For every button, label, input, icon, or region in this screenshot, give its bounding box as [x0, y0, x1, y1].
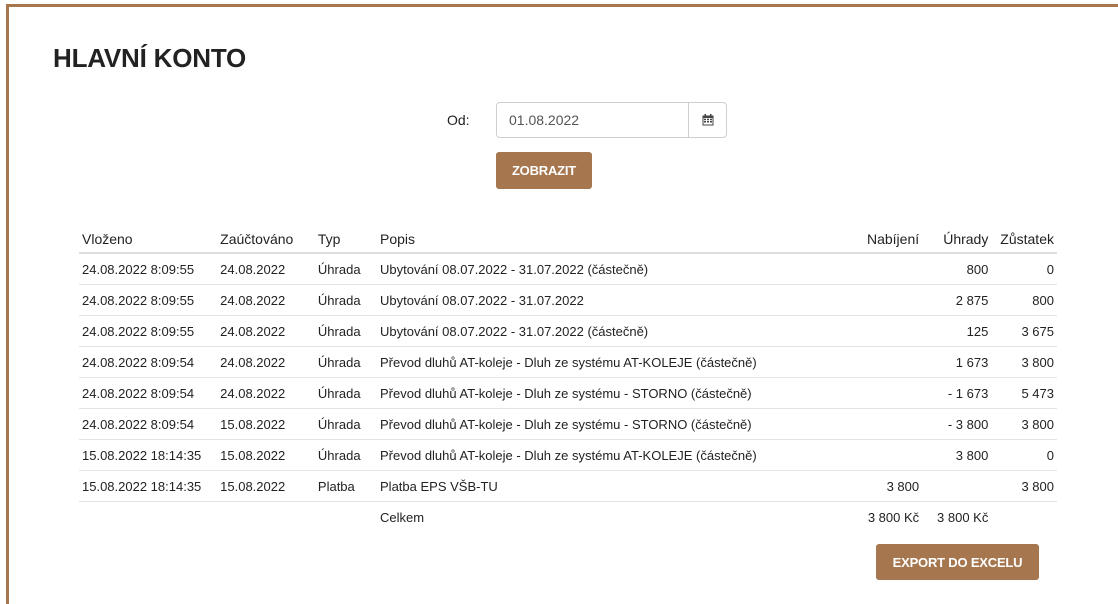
cell-zauctovano: 24.08.2022 [217, 284, 315, 316]
cell-zauctovano: 24.08.2022 [217, 377, 315, 409]
cell-nabijeni [847, 377, 923, 409]
cell-typ: Úhrada [314, 253, 378, 285]
cell-zustatek: 800 [991, 284, 1057, 316]
column-header-zauctovano[interactable]: Zaúčtováno [217, 225, 315, 254]
cell-popis: Převod dluhů AT-koleje - Dluh ze systému… [377, 408, 848, 440]
cell-popis: Převod dluhů AT-koleje - Dluh ze systému… [377, 439, 848, 471]
column-header-uhrady[interactable]: Úhrady [922, 225, 992, 254]
cell-zustatek: 3 675 [991, 315, 1057, 347]
column-header-typ[interactable]: Typ [314, 225, 378, 254]
cell-vlozeno: 24.08.2022 8:09:54 [79, 408, 218, 440]
cell-zustatek: 0 [991, 253, 1057, 285]
cell-zauctovano: 15.08.2022 [217, 408, 315, 440]
cell-empty [79, 502, 217, 534]
cell-typ: Úhrada [314, 284, 378, 316]
export-excel-button[interactable]: EXPORT DO EXCELU [876, 544, 1039, 580]
cell-zauctovano: 24.08.2022 [217, 253, 315, 285]
cell-empty [991, 502, 1057, 534]
cell-typ: Úhrada [314, 346, 378, 378]
show-button[interactable]: ZOBRAZIT [496, 152, 592, 189]
table-row: 15.08.2022 18:14:35 15.08.2022 Úhrada Př… [79, 439, 1057, 471]
cell-vlozeno: 24.08.2022 8:09:54 [79, 346, 218, 378]
cell-empty [315, 502, 377, 534]
cell-popis: Převod dluhů AT-koleje - Dluh ze systému… [377, 377, 848, 409]
column-header-nabijeni[interactable]: Nabíjení [847, 225, 923, 254]
cell-nabijeni [847, 284, 923, 316]
cell-zauctovano: 24.08.2022 [217, 346, 315, 378]
cell-popis: Platba EPS VŠB-TU [377, 470, 848, 502]
total-nabijeni: 3 800 Kč [867, 510, 920, 525]
cell-zauctovano: 15.08.2022 [217, 439, 315, 471]
cell-popis: Ubytování 08.07.2022 - 31.07.2022 (částe… [377, 253, 848, 285]
cell-zustatek: 0 [991, 439, 1057, 471]
cell-uhrady: - 1 673 [922, 377, 992, 409]
cell-uhrady: 800 [922, 253, 992, 285]
cell-empty [217, 502, 315, 534]
cell-typ: Úhrada [314, 439, 378, 471]
table-row: 24.08.2022 8:09:54 15.08.2022 Úhrada Pře… [79, 408, 1057, 440]
cell-typ: Platba [314, 470, 378, 502]
cell-nabijeni [847, 253, 923, 285]
table-total-row: Celkem 3 800 Kč 3 800 Kč [79, 502, 1057, 534]
cell-uhrady [922, 470, 992, 502]
table-row: 24.08.2022 8:09:55 24.08.2022 Úhrada Uby… [79, 315, 1057, 347]
cell-uhrady: 2 875 [922, 284, 992, 316]
cell-zustatek: 3 800 [991, 470, 1057, 502]
calendar-button[interactable] [688, 103, 726, 137]
calendar-icon [702, 114, 713, 126]
cell-uhrady: - 3 800 [922, 408, 992, 440]
date-from-input[interactable] [497, 103, 688, 137]
cell-uhrady: 1 673 [922, 346, 992, 378]
cell-nabijeni [847, 315, 923, 347]
column-header-zustatek[interactable]: Zůstatek [991, 225, 1057, 254]
cell-popis: Ubytování 08.07.2022 - 31.07.2022 (částe… [377, 315, 848, 347]
cell-nabijeni: 3 800 [847, 470, 923, 502]
cell-nabijeni [847, 439, 923, 471]
cell-popis: Ubytování 08.07.2022 - 31.07.2022 [377, 284, 848, 316]
cell-popis: Převod dluhů AT-koleje - Dluh ze systému… [377, 346, 848, 378]
cell-vlozeno: 15.08.2022 18:14:35 [79, 470, 218, 502]
total-label: Celkem [380, 510, 425, 525]
table-row: 24.08.2022 8:09:55 24.08.2022 Úhrada Uby… [79, 284, 1057, 316]
table-row: 15.08.2022 18:14:35 15.08.2022 Platba Pl… [79, 470, 1057, 502]
date-from-picker [496, 102, 727, 138]
cell-vlozeno: 15.08.2022 18:14:35 [79, 439, 218, 471]
table-row: 24.08.2022 8:09:54 24.08.2022 Úhrada Pře… [79, 377, 1057, 409]
date-from-label: Od: [447, 112, 470, 128]
cell-vlozeno: 24.08.2022 8:09:55 [79, 284, 218, 316]
account-table: Vloženo Zaúčtováno Typ Popis Nabíjení Úh… [79, 225, 1057, 533]
cell-nabijeni [847, 346, 923, 378]
cell-zustatek: 3 800 [991, 346, 1057, 378]
main-panel: HLAVNÍ KONTO Od: ZOBRAZIT Vloženo Za [6, 4, 1118, 604]
cell-zustatek: 5 473 [991, 377, 1057, 409]
cell-typ: Úhrada [314, 377, 378, 409]
cell-zauctovano: 24.08.2022 [217, 315, 315, 347]
cell-zauctovano: 15.08.2022 [217, 470, 315, 502]
cell-typ: Úhrada [314, 315, 378, 347]
cell-vlozeno: 24.08.2022 8:09:55 [79, 253, 218, 285]
cell-nabijeni [847, 408, 923, 440]
cell-vlozeno: 24.08.2022 8:09:54 [79, 377, 218, 409]
table-row: 24.08.2022 8:09:55 24.08.2022 Úhrada Uby… [79, 253, 1057, 285]
column-header-popis[interactable]: Popis [377, 225, 848, 254]
cell-vlozeno: 24.08.2022 8:09:55 [79, 315, 218, 347]
table-header-row: Vloženo Zaúčtováno Typ Popis Nabíjení Úh… [79, 225, 1057, 254]
total-uhrady: 3 800 Kč [937, 510, 989, 525]
cell-uhrady: 125 [922, 315, 992, 347]
column-header-vlozeno[interactable]: Vloženo [79, 225, 218, 254]
cell-zustatek: 3 800 [991, 408, 1057, 440]
cell-typ: Úhrada [314, 408, 378, 440]
table-row: 24.08.2022 8:09:54 24.08.2022 Úhrada Pře… [79, 346, 1057, 378]
cell-uhrady: 3 800 [922, 439, 992, 471]
page-title: HLAVNÍ KONTO [53, 43, 247, 73]
